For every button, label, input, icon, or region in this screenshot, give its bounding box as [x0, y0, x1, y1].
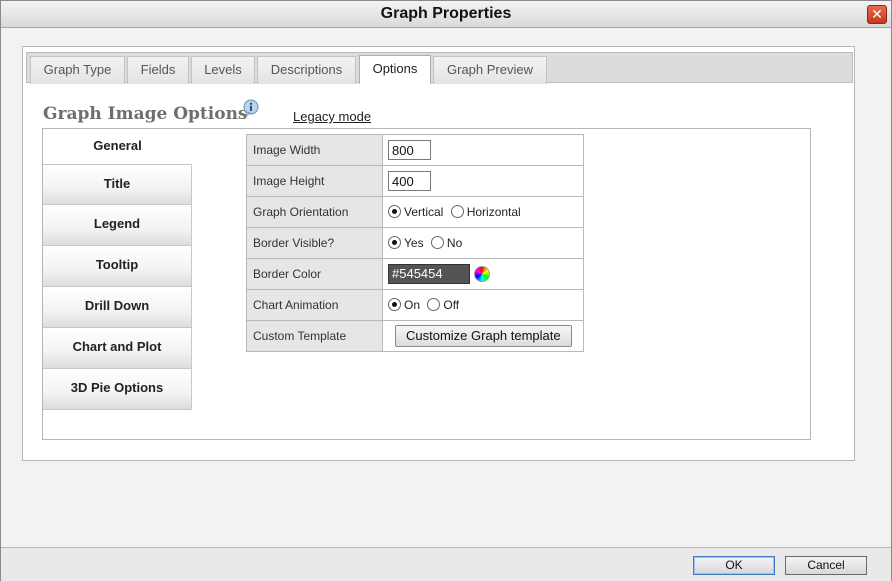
animation-off-option[interactable]: Off: [427, 298, 459, 312]
no-radio[interactable]: [430, 236, 444, 249]
side-tab-3d-pie-options[interactable]: 3D Pie Options: [43, 369, 192, 410]
border-color-input[interactable]: #545454: [388, 264, 470, 284]
window-title: Graph Properties: [380, 5, 512, 22]
tab-strip: Graph Type Fields Levels Descriptions Op…: [26, 52, 853, 84]
ok-button[interactable]: OK: [693, 556, 775, 575]
tab-fields[interactable]: Fields: [127, 56, 189, 84]
options-panel: Graph Type Fields Levels Descriptions Op…: [22, 46, 855, 461]
orientation-horizontal-option[interactable]: Horizontal: [450, 205, 521, 219]
title-bar: Graph Properties ✕: [1, 1, 891, 28]
custom-template-label: Custom Template: [246, 320, 383, 352]
border-visible-no-option[interactable]: No: [430, 236, 462, 250]
row-chart-animation: Chart Animation On Off: [246, 289, 584, 321]
row-border-color: Border Color #545454: [246, 258, 584, 290]
customize-graph-template-button[interactable]: Customize Graph template: [395, 325, 572, 347]
tab-options[interactable]: Options: [359, 55, 431, 84]
color-picker-icon[interactable]: [474, 266, 490, 282]
animation-on-option[interactable]: On: [388, 298, 420, 312]
info-icon[interactable]: [242, 99, 260, 117]
tab-graph-preview[interactable]: Graph Preview: [433, 56, 547, 84]
graph-orientation-label: Graph Orientation: [246, 196, 383, 228]
image-options-box: General Title Legend Tooltip Drill Down …: [42, 128, 811, 440]
properties-table: Image Width Image Height Graph Orientati…: [246, 134, 584, 352]
row-image-height: Image Height: [246, 165, 584, 197]
yes-radio[interactable]: [388, 236, 401, 249]
border-visible-yes-option[interactable]: Yes: [388, 236, 424, 250]
dialog-footer: OK Cancel: [1, 547, 891, 581]
horizontal-radio[interactable]: [450, 205, 464, 218]
border-color-label: Border Color: [246, 258, 383, 290]
off-radio[interactable]: [427, 298, 441, 311]
image-width-input[interactable]: [388, 140, 431, 160]
chart-animation-label: Chart Animation: [246, 289, 383, 321]
orientation-vertical-option[interactable]: Vertical: [388, 205, 443, 219]
row-image-width: Image Width: [246, 134, 584, 166]
on-radio[interactable]: [388, 298, 401, 311]
side-tab-drill-down[interactable]: Drill Down: [43, 287, 192, 328]
image-width-label: Image Width: [246, 134, 383, 166]
side-tab-title[interactable]: Title: [43, 164, 192, 205]
row-custom-template: Custom Template Customize Graph template: [246, 320, 584, 352]
close-icon: ✕: [871, 6, 883, 22]
side-tab-legend[interactable]: Legend: [43, 205, 192, 246]
tab-graph-type[interactable]: Graph Type: [30, 56, 125, 84]
close-button[interactable]: ✕: [867, 5, 887, 24]
tab-descriptions[interactable]: Descriptions: [257, 56, 356, 84]
image-height-input[interactable]: [388, 171, 431, 191]
row-graph-orientation: Graph Orientation Vertical Horizontal: [246, 196, 584, 228]
border-visible-label: Border Visible?: [246, 227, 383, 259]
side-tab-tooltip[interactable]: Tooltip: [43, 246, 192, 287]
graph-properties-dialog: Graph Properties ✕ Graph Type Fields Lev…: [0, 0, 892, 581]
image-height-label: Image Height: [246, 165, 383, 197]
side-tab-chart-and-plot[interactable]: Chart and Plot: [43, 328, 192, 369]
section-title: Graph Image Options: [43, 104, 248, 124]
vertical-radio[interactable]: [388, 205, 401, 218]
cancel-button[interactable]: Cancel: [785, 556, 867, 575]
legacy-mode-link[interactable]: Legacy mode: [293, 109, 371, 124]
tab-levels[interactable]: Levels: [191, 56, 255, 84]
row-border-visible: Border Visible? Yes No: [246, 227, 584, 259]
